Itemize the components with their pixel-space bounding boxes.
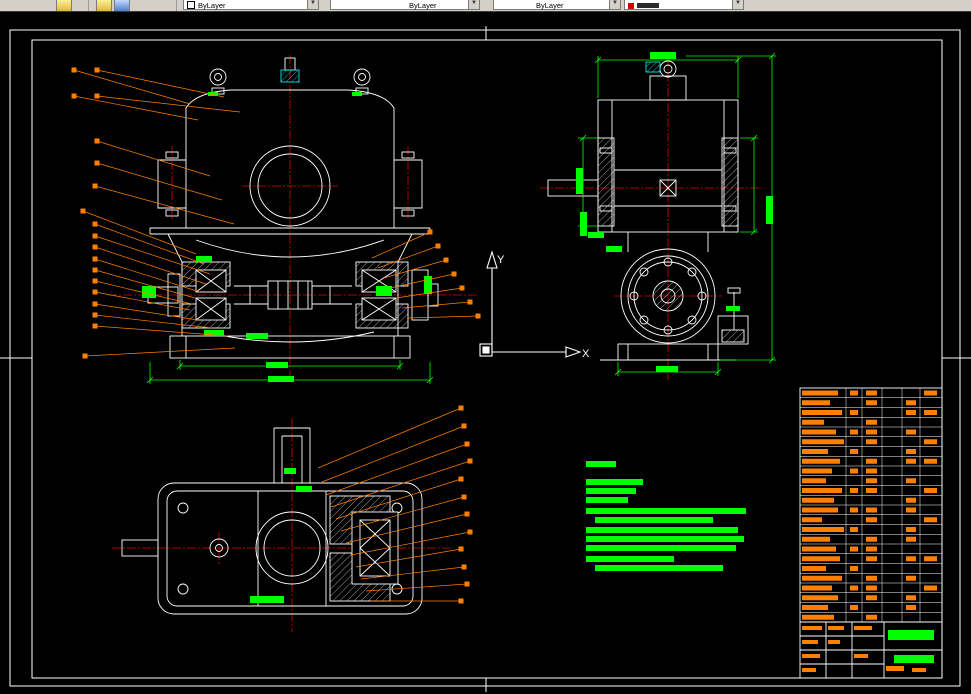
color-dropdown[interactable]: ByLayer ▼ <box>183 0 319 10</box>
ucs-y-label: Y <box>497 254 505 266</box>
side-breather-plug <box>645 61 661 73</box>
cad-application-window: ByLayer ▼ ByLayer ▼ ByLayer ▼ ▼ Y X <box>0 0 971 694</box>
layer-states-icon[interactable] <box>96 0 112 11</box>
chevron-down-icon[interactable]: ▼ <box>732 0 743 9</box>
sheet-frame <box>0 26 971 692</box>
chevron-down-icon[interactable]: ▼ <box>307 0 318 9</box>
toolbar-separator <box>176 0 177 11</box>
lineweight-dropdown[interactable]: ByLayer ▼ <box>493 0 621 10</box>
ucs-icon: Y X <box>479 250 590 360</box>
front-section-view <box>108 55 478 384</box>
layers-icon[interactable] <box>56 0 72 11</box>
chevron-down-icon[interactable]: ▼ <box>609 0 620 9</box>
toolbar-separator <box>88 0 89 11</box>
color-value: ByLayer <box>198 1 226 10</box>
model-space-canvas[interactable]: Y X <box>0 0 971 694</box>
ucs-x-label: X <box>582 348 590 360</box>
chevron-down-icon[interactable]: ▼ <box>468 0 479 9</box>
breather-plug <box>280 69 300 83</box>
layer-previous-icon[interactable] <box>114 0 130 11</box>
linetype-value: ByLayer <box>409 1 437 10</box>
plotstyle-label-bar <box>637 3 659 8</box>
properties-toolbar: ByLayer ▼ ByLayer ▼ ByLayer ▼ ▼ <box>0 0 971 12</box>
color-swatch <box>187 1 195 9</box>
parts-table <box>800 388 942 623</box>
side-view <box>540 52 776 380</box>
plotstyle-swatch <box>628 3 634 9</box>
linetype-dropdown[interactable]: ByLayer ▼ <box>330 0 480 10</box>
lineweight-value: ByLayer <box>536 1 564 10</box>
plotstyle-dropdown[interactable]: ▼ <box>624 0 744 10</box>
